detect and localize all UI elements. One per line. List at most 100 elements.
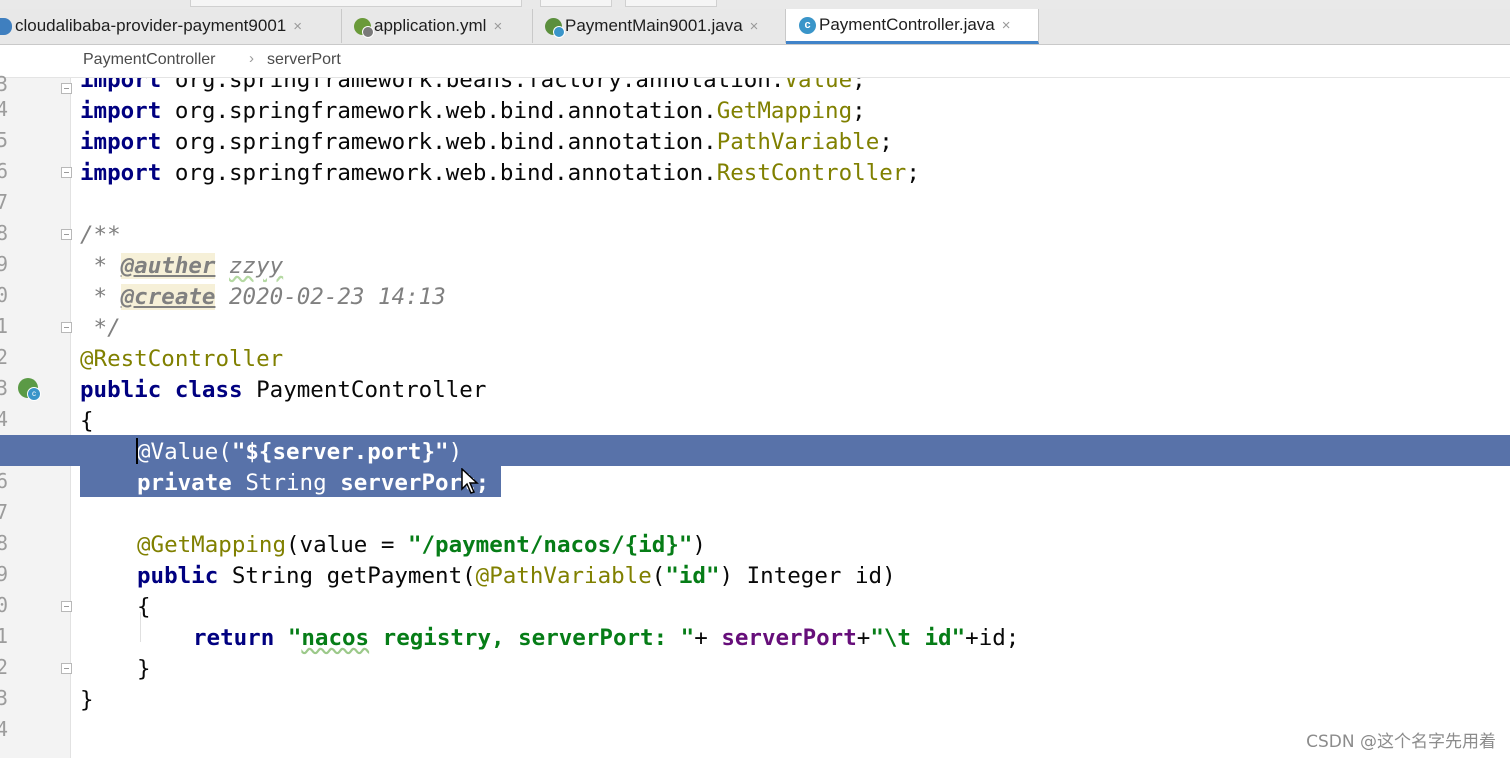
line-number: 9 xyxy=(0,252,9,276)
line-number: 6 xyxy=(0,159,9,183)
keyword: return xyxy=(193,625,275,651)
class-ref: GetMapping xyxy=(716,98,853,124)
javadoc-value: 2020-02-23 14:13 xyxy=(215,284,446,310)
class-ref: PathVariable xyxy=(716,129,880,155)
line-number: 2 xyxy=(0,345,9,369)
code-text: (value = xyxy=(286,532,408,558)
string-literal: " xyxy=(287,625,302,651)
line-number-gutter[interactable]: 3 4 5 6 7 8 9 0 1 2 3 4 5 6 7 8 9 0 1 2 … xyxy=(0,72,72,758)
close-icon[interactable]: × xyxy=(1002,17,1011,34)
breadcrumb-member[interactable]: serverPort xyxy=(267,51,341,69)
code-line: * @create 2020-02-23 14:13 xyxy=(80,282,446,313)
code-line: return "nacos registry, serverPort: "+ s… xyxy=(193,623,1019,654)
close-icon[interactable]: × xyxy=(293,18,302,35)
mouse-pointer-icon xyxy=(461,468,479,494)
code-line: @GetMapping(value = "/payment/nacos/{id}… xyxy=(137,530,706,561)
comment-star: * xyxy=(80,253,121,279)
fold-marker-icon[interactable] xyxy=(61,167,72,178)
tab-label: application.yml xyxy=(374,16,487,35)
punct: ; xyxy=(879,129,893,155)
line-number: 4 xyxy=(0,407,9,431)
code-line: public class PaymentController xyxy=(80,375,486,406)
tab-application-yml[interactable]: application.yml × xyxy=(342,9,533,43)
keyword: public class xyxy=(80,377,243,403)
toolbar-segment xyxy=(625,0,717,7)
module-icon xyxy=(0,17,12,35)
punct: ; xyxy=(852,98,866,124)
code-editor[interactable]: import org.springframework.beans.factory… xyxy=(80,78,1510,758)
toolbar-segment xyxy=(190,0,522,7)
punct: ) xyxy=(448,439,463,465)
tab-label: PaymentController.java xyxy=(819,15,995,34)
breadcrumb-class[interactable]: PaymentController xyxy=(83,51,216,69)
line-number: 4 xyxy=(0,97,9,121)
string-literal: "id" xyxy=(665,563,720,589)
code-line: { xyxy=(80,408,94,434)
spring-bean-gutter-icon[interactable]: c xyxy=(18,378,41,401)
code-line: { xyxy=(137,594,151,620)
line-number: 3 xyxy=(0,376,9,400)
code-text: +id; xyxy=(965,625,1020,651)
line-number: 2 xyxy=(0,655,9,679)
type: String xyxy=(231,470,341,496)
line-number: 6 xyxy=(0,469,9,493)
tab-paymentcontroller[interactable]: c PaymentController.java × xyxy=(786,9,1039,44)
tab-label: PaymentMain9001.java xyxy=(565,16,743,35)
fold-marker-icon[interactable] xyxy=(61,663,72,674)
toolbar-segment xyxy=(540,0,612,7)
keyword: private xyxy=(137,470,232,496)
text-caret xyxy=(136,438,138,464)
operator: + xyxy=(856,625,871,651)
javadoc-tag: @auther xyxy=(120,253,216,279)
line-number: 1 xyxy=(0,314,9,338)
keyword: public xyxy=(137,563,219,589)
spring-class-icon xyxy=(545,17,565,38)
line-number: 7 xyxy=(0,190,9,214)
keyword: import xyxy=(80,160,162,186)
breadcrumb-separator: › xyxy=(249,50,254,67)
tab-label: cloudalibaba-provider-payment9001 xyxy=(15,16,287,35)
fold-marker-icon[interactable] xyxy=(61,229,72,240)
line-number: 3 xyxy=(0,686,9,710)
code-line: @RestController xyxy=(80,346,284,372)
code-line: import org.springframework.web.bind.anno… xyxy=(80,127,893,158)
punct: ) xyxy=(692,532,706,558)
line-number: 0 xyxy=(0,593,9,617)
line-number: 5 xyxy=(0,128,9,152)
operator: + xyxy=(694,625,722,651)
keyword: import xyxy=(80,129,162,155)
class-icon: c xyxy=(799,16,816,34)
code-line: import org.springframework.web.bind.anno… xyxy=(80,158,920,189)
comment-star: * xyxy=(80,284,121,310)
line-number: 0 xyxy=(0,283,9,307)
package-path: org.springframework.web.bind.annotation. xyxy=(161,98,717,124)
code-line: */ xyxy=(80,315,121,341)
code-line: import org.springframework.web.bind.anno… xyxy=(80,96,866,127)
fold-marker-icon[interactable] xyxy=(61,83,72,94)
close-icon[interactable]: × xyxy=(493,18,502,35)
field-ref: serverPort xyxy=(721,625,857,651)
code-line: /** xyxy=(80,222,121,248)
line-number: 8 xyxy=(0,531,9,555)
javadoc-value: zzyy xyxy=(229,253,284,279)
package-path: org.springframework.web.bind.annotation. xyxy=(161,160,717,186)
code-line: * @auther zzyy xyxy=(80,251,283,282)
close-icon[interactable]: × xyxy=(750,18,759,35)
class-name: PaymentController xyxy=(242,377,487,403)
line-number: 3 xyxy=(0,72,9,96)
punct: ; xyxy=(906,160,920,186)
punct: ; xyxy=(852,78,866,93)
line-number: 8 xyxy=(0,221,9,245)
line-number: 1 xyxy=(0,624,9,648)
fold-marker-icon[interactable] xyxy=(61,601,72,612)
tab-cloudalibaba-provider-payment9001[interactable]: cloudalibaba-provider-payment9001 × xyxy=(0,9,342,43)
tab-paymentmain9001[interactable]: PaymentMain9001.java × xyxy=(533,9,786,43)
keyword: import xyxy=(80,98,162,124)
string-literal: registry, serverPort: " xyxy=(369,625,695,651)
code-line: } xyxy=(137,656,151,682)
fold-marker-icon[interactable] xyxy=(61,322,72,333)
annotation: @Value( xyxy=(137,439,232,465)
code-line-selected: @Value("${server.port}") xyxy=(137,437,462,468)
code-text: String getPayment( xyxy=(218,563,476,589)
